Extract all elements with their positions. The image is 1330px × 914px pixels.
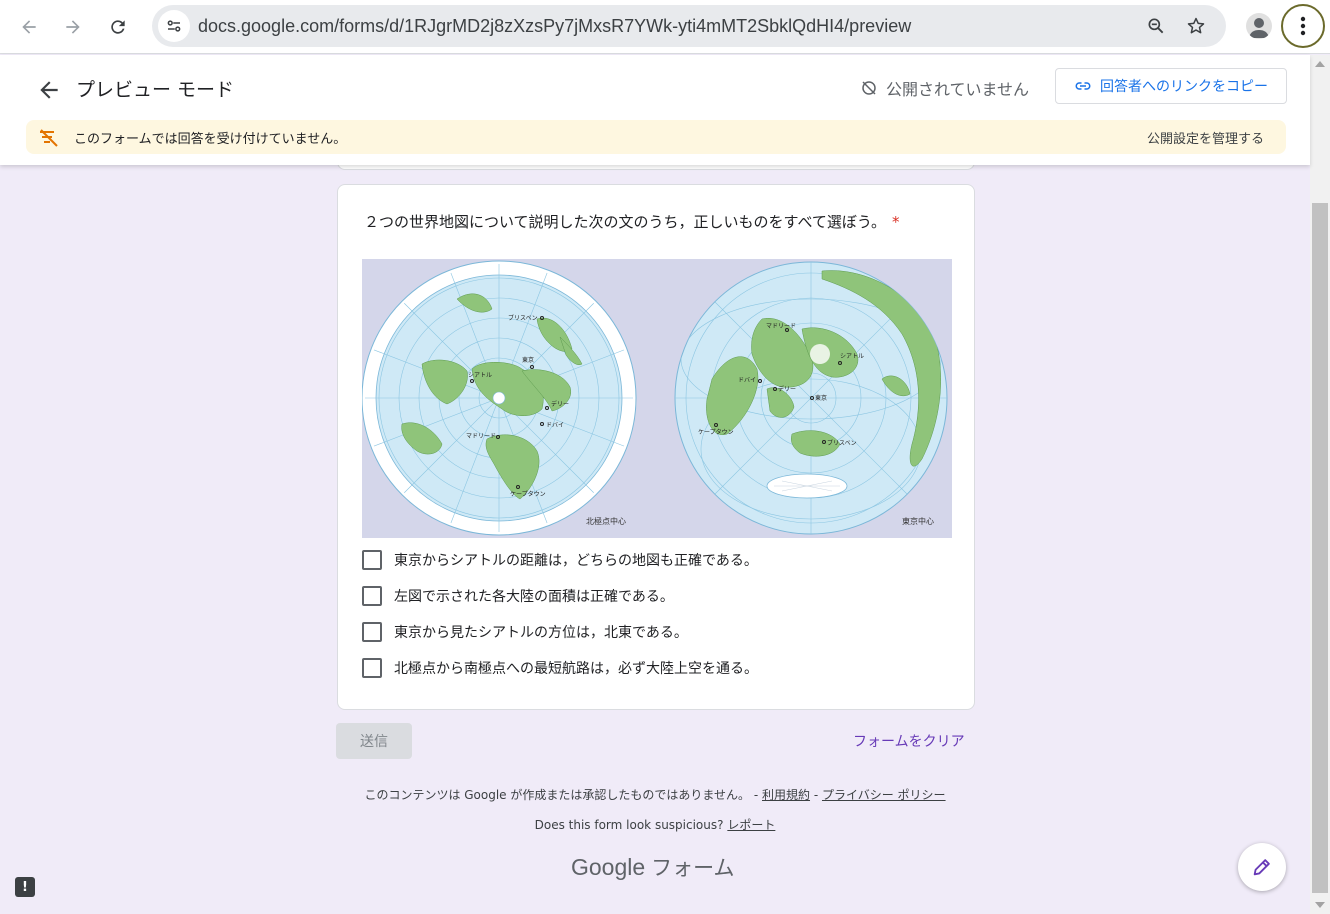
option-label: 北極点から南極点への最短航路は，必ず大陸上空を通る。	[394, 661, 758, 677]
question-card: ２つの世界地図について説明した次の文のうち，正しいものをすべて選ぼう。 * ブリ…	[337, 184, 975, 710]
city-label: マドリード	[766, 323, 796, 330]
city-label: シアトル	[468, 372, 492, 379]
copy-link-button[interactable]: 回答者へのリンクをコピー	[1055, 68, 1287, 104]
city-label: ブリスベン	[508, 314, 538, 322]
publish-status: 公開されていません	[860, 76, 1029, 100]
option-1[interactable]: 東京からシアトルの距離は，どちらの地図も正確である。	[362, 548, 758, 572]
checkbox[interactable]	[362, 658, 382, 678]
city-label: シアトル	[840, 353, 864, 360]
option-3[interactable]: 東京から見たシアトルの方位は，北東である。	[362, 620, 688, 644]
suspicious-text: Does this form look suspicious?	[534, 818, 724, 832]
manage-publish-link[interactable]: 公開設定を管理する	[1147, 128, 1264, 147]
scroll-thumb[interactable]	[1312, 203, 1328, 893]
feedback-icon[interactable]: !	[15, 877, 35, 897]
city-label: デリー	[778, 385, 796, 393]
city-label: ケープタウン	[510, 490, 546, 498]
unpublished-icon	[862, 81, 876, 95]
right-map-caption: 東京中心	[902, 516, 934, 526]
question-title: ２つの世界地図について説明した次の文のうち，正しいものをすべて選ぼう。 *	[364, 211, 900, 232]
google-forms-logo[interactable]: Google フォーム	[571, 852, 735, 882]
browser-toolbar: docs.google.com/forms/d/1RJgrMD2j8zXzsPy…	[0, 0, 1330, 54]
brand-forms: フォーム	[651, 856, 735, 880]
footer-report: Does this form look suspicious? レポート	[0, 816, 1310, 833]
north-pole-map: ブリスベン 東京 シアトル デリー マドリード ドバイ ケープタウン 北極点中心	[362, 260, 637, 536]
option-label: 東京から見たシアトルの方位は，北東である。	[394, 625, 688, 641]
terms-link[interactable]: 利用規約	[762, 788, 810, 802]
brand-google: Google	[571, 854, 646, 880]
back-icon[interactable]	[11, 9, 47, 45]
star-icon[interactable]	[1185, 15, 1207, 37]
city-label: 東京	[522, 356, 534, 364]
banner-message: このフォームでは回答を受け付けていません。	[74, 132, 347, 147]
option-label: 左図で示された各大陸の面積は正確である。	[394, 589, 674, 605]
responses-off-icon	[38, 128, 60, 148]
publish-status-text: 公開されていません	[886, 80, 1030, 99]
submit-button[interactable]: 送信	[336, 723, 412, 759]
footer-disclaimer: このコンテンツは Google が作成または承認したものではありません。 - 利…	[0, 786, 1310, 803]
option-2[interactable]: 左図で示された各大陸の面積は正確である。	[362, 584, 674, 608]
not-accepting-banner: このフォームでは回答を受け付けていません。 公開設定を管理する	[26, 120, 1286, 154]
forward-icon[interactable]	[55, 9, 91, 45]
option-4[interactable]: 北極点から南極点への最短航路は，必ず大陸上空を通る。	[362, 656, 758, 680]
scroll-up-icon[interactable]	[1315, 61, 1325, 67]
city-label: ブリスベン	[827, 439, 857, 447]
address-bar[interactable]: docs.google.com/forms/d/1RJgrMD2j8zXzsPy…	[152, 5, 1226, 47]
report-link[interactable]: レポート	[727, 818, 775, 832]
preview-title: プレビュー モード	[76, 79, 235, 101]
checkbox[interactable]	[362, 550, 382, 570]
privacy-link[interactable]: プライバシー ポリシー	[822, 788, 946, 802]
disclaimer-text: このコンテンツは Google が作成または承認したものではありません。	[364, 788, 751, 802]
city-label: マドリード	[466, 433, 496, 440]
tokyo-centered-map: マドリード シアトル ドバイ デリー 東京 ケープタウン ブリスベン 東京中心	[674, 261, 948, 535]
separator: -	[810, 788, 822, 802]
reload-icon[interactable]	[100, 9, 136, 45]
back-arrow-icon[interactable]	[36, 77, 62, 103]
option-label: 東京からシアトルの距離は，どちらの地図も正確である。	[394, 553, 758, 569]
checkbox[interactable]	[362, 586, 382, 606]
city-label: ドバイ	[546, 422, 564, 429]
edit-form-button[interactable]	[1238, 843, 1286, 891]
city-label: ケープタウン	[698, 428, 734, 436]
url-text[interactable]: docs.google.com/forms/d/1RJgrMD2j8zXzsPy…	[198, 16, 911, 37]
left-map-caption: 北極点中心	[586, 516, 626, 526]
more-menu-icon[interactable]	[1281, 4, 1325, 48]
site-info-icon[interactable]	[158, 10, 190, 42]
profile-icon[interactable]	[1246, 13, 1272, 39]
city-label: デリー	[551, 400, 569, 408]
clear-form-link[interactable]: フォームをクリア	[853, 731, 965, 751]
link-icon	[1075, 82, 1091, 90]
pencil-icon	[1253, 859, 1270, 876]
checkbox[interactable]	[362, 622, 382, 642]
scrollbar[interactable]	[1310, 55, 1330, 914]
copy-link-label: 回答者へのリンクをコピー	[1100, 79, 1268, 95]
city-label: ドバイ	[738, 377, 756, 384]
zoom-icon[interactable]	[1145, 15, 1167, 37]
city-label: 東京	[815, 394, 827, 402]
separator: -	[750, 788, 762, 802]
preview-header: プレビュー モード 公開されていません 回答者へのリンクをコピー このフォームで…	[0, 55, 1310, 165]
question-image: ブリスベン 東京 シアトル デリー マドリード ドバイ ケープタウン 北極点中心	[362, 259, 952, 538]
question-text: ２つの世界地図について説明した次の文のうち，正しいものをすべて選ぼう。	[364, 213, 887, 231]
scroll-down-icon[interactable]	[1315, 902, 1325, 908]
required-mark: *	[892, 213, 900, 231]
